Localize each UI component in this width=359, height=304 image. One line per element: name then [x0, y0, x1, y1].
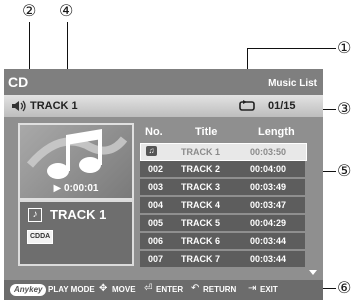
- row-length: 00:03:50: [250, 147, 287, 157]
- album-art-panel: ▶ 0:00:01: [18, 123, 134, 200]
- help-bar: Anykey PLAY MODE ✥ MOVE ⏎ ENTER ↶ RETURN…: [4, 280, 323, 300]
- callout-6: ⑥: [337, 278, 352, 297]
- row-length: 00:04:00: [250, 164, 287, 174]
- move-arrows-icon: ✥: [99, 283, 108, 294]
- enter-label: ENTER: [156, 285, 184, 294]
- row-length: 00:03:44: [250, 254, 287, 264]
- move-label: MOVE: [112, 285, 136, 294]
- exit-icon: ⇥: [248, 283, 257, 294]
- leader-line-1: [247, 48, 336, 49]
- track-row[interactable]: 007 TRACK 7 00:03:44: [140, 251, 305, 267]
- track-info-panel: ♪ TRACK 1 CDDA: [18, 200, 134, 266]
- return-icon: ↶: [191, 283, 200, 294]
- music-list-screen: CD Music List TRACK 1 01/15 ▶ 0:00:01 ♪ …: [4, 69, 323, 300]
- row-title: TRACK 1: [181, 147, 221, 157]
- callout-3: ③: [337, 99, 352, 118]
- scroll-down-icon[interactable]: [309, 270, 317, 275]
- music-note-icon: [26, 129, 128, 179]
- track-row-selected[interactable]: ♫ TRACK 1 00:03:50: [140, 143, 307, 161]
- callout-1: ①: [337, 38, 352, 57]
- play-mode-label: PLAY MODE: [48, 285, 95, 294]
- speaker-icon: [12, 100, 26, 112]
- row-title: TRACK 2: [181, 164, 221, 174]
- now-playing-track: TRACK 1: [30, 100, 78, 112]
- repeat-icon: [239, 100, 255, 111]
- row-number: 006: [148, 236, 164, 246]
- enter-icon: ⏎: [144, 283, 153, 294]
- row-length: 00:04:29: [250, 218, 287, 228]
- exit-label: EXIT: [260, 285, 278, 294]
- info-track-title: TRACK 1: [50, 207, 107, 222]
- row-length: 00:03:49: [250, 182, 287, 192]
- row-number: 005: [148, 218, 164, 228]
- column-header-length: Length: [258, 126, 295, 138]
- track-counter: 01/15: [268, 100, 296, 112]
- music-file-icon: ♫: [146, 146, 157, 156]
- row-title: TRACK 7: [181, 254, 221, 264]
- title-bar: CD Music List: [4, 69, 323, 95]
- track-row[interactable]: 006 TRACK 6 00:03:44: [140, 233, 305, 249]
- row-title: TRACK 4: [181, 200, 221, 210]
- column-header-title: Title: [195, 126, 218, 138]
- menu-label: Music List: [268, 78, 317, 89]
- row-number: 002: [148, 164, 164, 174]
- track-row[interactable]: 002 TRACK 2 00:04:00: [140, 161, 305, 177]
- row-number: 007: [148, 254, 164, 264]
- screen-title: CD: [8, 74, 29, 90]
- track-row[interactable]: 005 TRACK 5 00:04:29: [140, 215, 305, 231]
- return-label: RETURN: [203, 285, 237, 294]
- row-number: 003: [148, 182, 164, 192]
- row-length: 00:03:44: [250, 236, 287, 246]
- music-note-icon: ♪: [28, 208, 42, 222]
- callout-2: ②: [22, 1, 37, 20]
- column-header-no: No.: [145, 126, 163, 138]
- row-title: TRACK 3: [181, 182, 221, 192]
- row-title: TRACK 5: [181, 218, 221, 228]
- row-length: 00:03:47: [250, 200, 287, 210]
- row-title: TRACK 6: [181, 236, 221, 246]
- playback-time: ▶ 0:00:01: [53, 183, 99, 194]
- anykey-button[interactable]: Anykey: [10, 284, 47, 296]
- format-badge: CDDA: [27, 230, 54, 244]
- track-row[interactable]: 003 TRACK 3 00:03:49: [140, 179, 305, 195]
- track-row[interactable]: 004 TRACK 4 00:03:47: [140, 197, 305, 213]
- callout-5: ⑤: [337, 161, 352, 180]
- now-playing-bar: TRACK 1 01/15: [4, 95, 323, 117]
- callout-4: ④: [59, 1, 74, 20]
- row-number: 004: [148, 200, 164, 210]
